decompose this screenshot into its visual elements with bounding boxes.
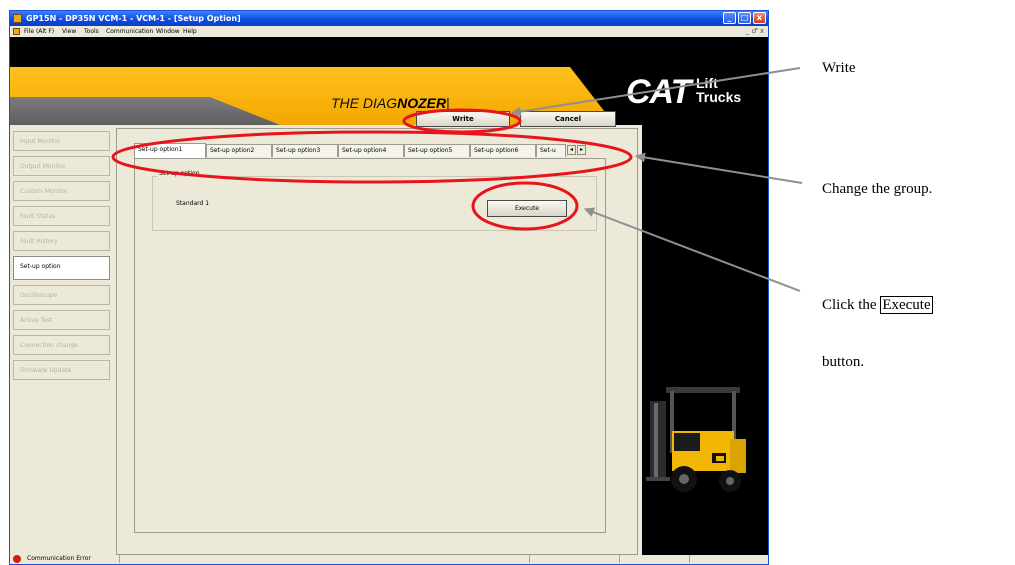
- annotation-layer: [111, 67, 803, 292]
- note-change-group: Change the group.: [822, 181, 933, 197]
- tabs-highlight-circle: [111, 130, 633, 184]
- execute-highlight-circle: [471, 181, 579, 231]
- write-highlight-circle: [402, 108, 522, 134]
- change-group-arrow: [635, 152, 803, 184]
- note-click-prefix: Click the: [822, 297, 881, 313]
- note-execute-boxed: Execute: [880, 296, 933, 314]
- write-arrow: [511, 67, 801, 117]
- note-write: Write: [822, 60, 856, 76]
- note-click-execute: Click the Execute: [822, 296, 933, 314]
- note-button: button.: [822, 354, 865, 370]
- execute-arrow: [584, 207, 801, 292]
